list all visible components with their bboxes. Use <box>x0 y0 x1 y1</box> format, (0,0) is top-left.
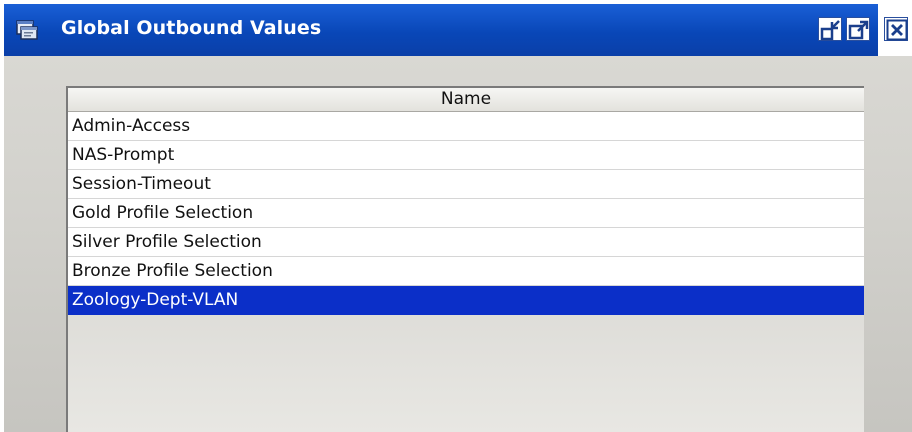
window-title: Global Outbound Values <box>61 17 322 39</box>
table-rows: Admin-Access NAS-Prompt Session-Timeout Gol… <box>68 112 864 315</box>
table-row[interactable]: Silver Profile Selection <box>68 228 864 257</box>
table-row[interactable]: Zoology-Dept-VLAN <box>68 286 864 315</box>
maximize-icon <box>848 20 869 40</box>
title-bar[interactable]: Global Outbound Values <box>4 4 878 56</box>
app-window-icon <box>16 20 38 40</box>
table-row[interactable]: Bronze Profile Selection <box>68 257 864 286</box>
global-outbound-values-window: Global Outbound Values Name Admin-Access… <box>0 0 912 432</box>
maximize-button[interactable] <box>846 17 870 41</box>
restore-down-button[interactable] <box>818 17 842 41</box>
content-panel: Name Admin-Access NAS-Prompt Session-Timeo… <box>4 56 912 432</box>
close-icon <box>886 19 908 41</box>
table-row[interactable]: Session-Timeout <box>68 170 864 199</box>
restore-down-icon <box>820 20 840 41</box>
column-header-name[interactable]: Name <box>68 88 864 112</box>
table-row[interactable]: Admin-Access <box>68 112 864 141</box>
table-row[interactable]: NAS-Prompt <box>68 141 864 170</box>
table-row[interactable]: Gold Profile Selection <box>68 199 864 228</box>
outbound-values-table[interactable]: Name Admin-Access NAS-Prompt Session-Timeo… <box>66 86 864 432</box>
close-button[interactable] <box>884 17 908 41</box>
